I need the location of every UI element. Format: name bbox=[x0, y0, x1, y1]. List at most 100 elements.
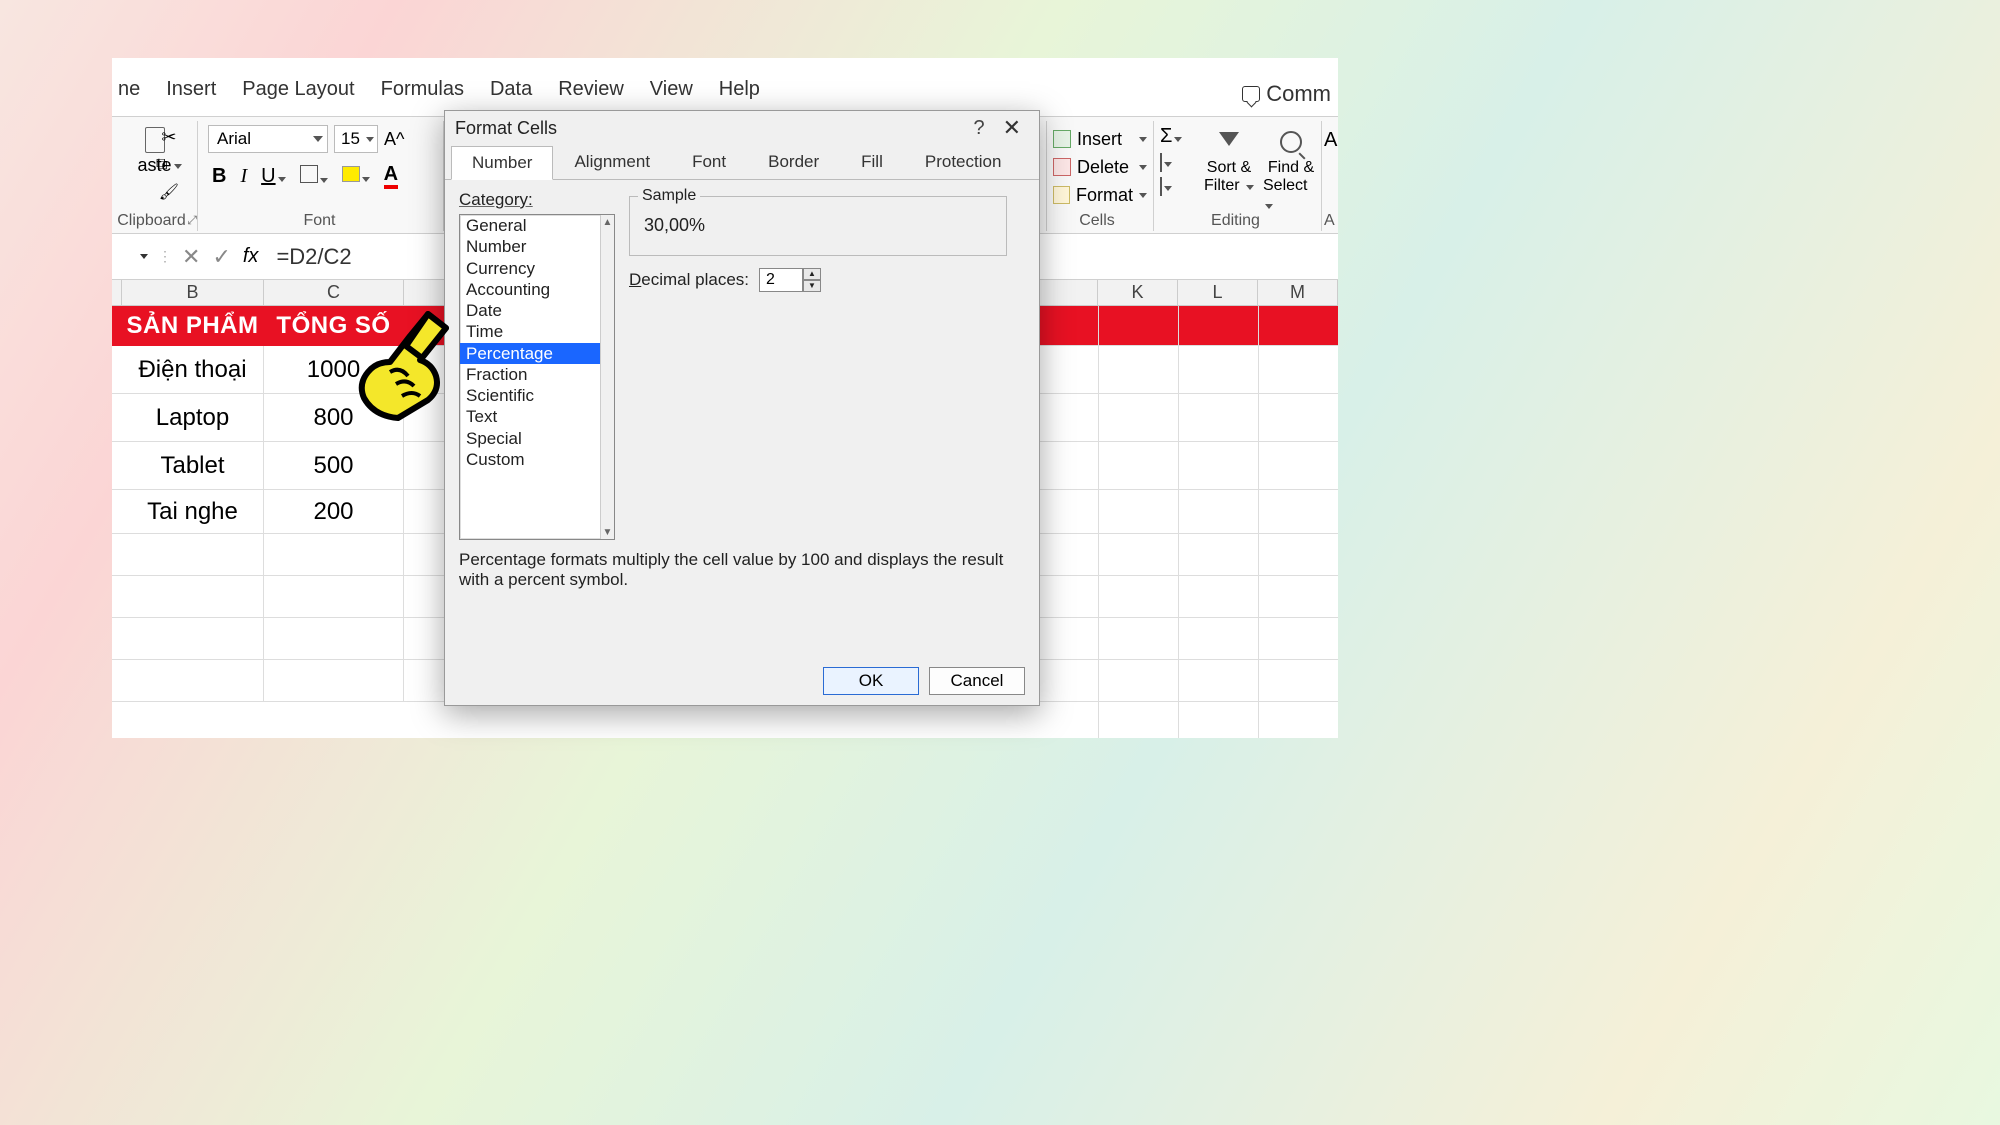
col-header-M[interactable]: M bbox=[1258, 280, 1338, 305]
ok-button[interactable]: OK bbox=[823, 667, 919, 695]
bold-button[interactable]: B bbox=[212, 165, 226, 188]
underline-button[interactable]: U bbox=[261, 165, 285, 188]
row-handle[interactable] bbox=[112, 394, 122, 442]
empty-cell[interactable] bbox=[122, 534, 264, 576]
delete-cells-button[interactable]: Delete bbox=[1053, 153, 1147, 181]
dialog-close-button[interactable]: ✕ bbox=[995, 115, 1029, 141]
scroll-down-icon[interactable]: ▼ bbox=[601, 525, 614, 539]
cell-product[interactable]: Laptop bbox=[122, 394, 264, 442]
font-color-button[interactable]: A bbox=[384, 163, 398, 189]
cut-button[interactable]: ✂ bbox=[156, 127, 182, 148]
dialog-titlebar[interactable]: Format Cells ? ✕ bbox=[445, 111, 1039, 145]
category-item-general[interactable]: General bbox=[460, 215, 614, 236]
format-cells-button[interactable]: Format bbox=[1053, 181, 1147, 209]
fill-color-button[interactable] bbox=[342, 166, 370, 187]
category-item-text[interactable]: Text bbox=[460, 406, 614, 427]
font-name-select[interactable]: Arial bbox=[208, 125, 328, 153]
tab-help[interactable]: Help bbox=[719, 78, 760, 101]
col-header-B[interactable]: B bbox=[122, 280, 264, 305]
category-item-time[interactable]: Time bbox=[460, 321, 614, 342]
dialog-help-button[interactable]: ? bbox=[963, 117, 994, 140]
dialog-tab-font[interactable]: Font bbox=[671, 145, 747, 179]
tab-formulas[interactable]: Formulas bbox=[381, 78, 464, 101]
comments-button[interactable]: Comm bbox=[1235, 76, 1338, 112]
header-cell-product[interactable]: SẢN PHẨM bbox=[122, 306, 264, 346]
category-item-date[interactable]: Date bbox=[460, 300, 614, 321]
enter-formula-button[interactable]: ✓ bbox=[206, 244, 236, 270]
name-box-dropdown[interactable] bbox=[112, 254, 154, 259]
category-item-currency[interactable]: Currency bbox=[460, 258, 614, 279]
dialog-tab-fill[interactable]: Fill bbox=[840, 145, 904, 179]
insert-function-button[interactable]: fx bbox=[237, 245, 265, 268]
decimal-spinner[interactable]: ▲ ▼ bbox=[803, 268, 821, 292]
header-cell-total[interactable]: TỔNG SỐ bbox=[264, 306, 404, 346]
cell-product[interactable]: Điện thoại bbox=[122, 346, 264, 394]
col-M-cells[interactable] bbox=[1258, 306, 1338, 738]
cell-total[interactable]: 1000 bbox=[264, 346, 404, 394]
row-handle[interactable] bbox=[112, 490, 122, 534]
insert-cells-button[interactable]: Insert bbox=[1053, 125, 1147, 153]
cell-product[interactable]: Tablet bbox=[122, 442, 264, 490]
scroll-up-icon[interactable]: ▲ bbox=[601, 215, 614, 229]
row-handle[interactable] bbox=[112, 576, 122, 618]
row-handle[interactable] bbox=[112, 306, 122, 346]
dialog-tab-protection[interactable]: Protection bbox=[904, 145, 1023, 179]
cell-total[interactable]: 500 bbox=[264, 442, 404, 490]
empty-cell[interactable] bbox=[264, 576, 404, 618]
category-item-number[interactable]: Number bbox=[460, 236, 614, 257]
col-header-K[interactable]: K bbox=[1098, 280, 1178, 305]
tab-data[interactable]: Data bbox=[490, 78, 532, 101]
cancel-button[interactable]: Cancel bbox=[929, 667, 1025, 695]
empty-cell[interactable] bbox=[122, 576, 264, 618]
category-listbox[interactable]: General Number Currency Accounting Date … bbox=[459, 214, 615, 540]
select-all-corner[interactable] bbox=[112, 280, 122, 305]
tab-page-layout[interactable]: Page Layout bbox=[242, 78, 354, 101]
autosum-button[interactable]: Σ bbox=[1160, 125, 1195, 148]
cell-total[interactable]: 200 bbox=[264, 490, 404, 534]
empty-cell[interactable] bbox=[264, 534, 404, 576]
format-painter-button[interactable]: 🖌 bbox=[156, 182, 182, 202]
spinner-down-icon[interactable]: ▼ bbox=[803, 280, 821, 292]
category-item-fraction[interactable]: Fraction bbox=[460, 364, 614, 385]
fill-button[interactable] bbox=[1160, 154, 1195, 172]
category-item-percentage[interactable]: Percentage bbox=[460, 343, 614, 364]
dialog-tab-border[interactable]: Border bbox=[747, 145, 840, 179]
empty-cell[interactable] bbox=[264, 618, 404, 660]
cell-product[interactable]: Tai nghe bbox=[122, 490, 264, 534]
spinner-up-icon[interactable]: ▲ bbox=[803, 268, 821, 280]
empty-cell[interactable] bbox=[122, 660, 264, 702]
clear-button[interactable] bbox=[1160, 178, 1195, 196]
borders-button[interactable] bbox=[300, 165, 328, 188]
copy-button[interactable]: ⧉ bbox=[156, 156, 182, 174]
col-K-cells[interactable] bbox=[1098, 306, 1178, 738]
category-item-scientific[interactable]: Scientific bbox=[460, 385, 614, 406]
tab-view[interactable]: View bbox=[650, 78, 693, 101]
empty-cell[interactable] bbox=[122, 618, 264, 660]
col-header-C[interactable]: C bbox=[264, 280, 404, 305]
col-L-cells[interactable] bbox=[1178, 306, 1258, 738]
row-handle[interactable] bbox=[112, 442, 122, 490]
paste-button[interactable]: aste bbox=[112, 121, 197, 176]
cancel-formula-button[interactable]: ✕ bbox=[176, 244, 206, 270]
row-handle[interactable] bbox=[112, 618, 122, 660]
category-item-accounting[interactable]: Accounting bbox=[460, 279, 614, 300]
category-item-special[interactable]: Special bbox=[460, 428, 614, 449]
tab-insert[interactable]: Insert bbox=[166, 78, 216, 101]
listbox-scrollbar[interactable]: ▲ ▼ bbox=[600, 215, 614, 539]
decimal-places-input[interactable] bbox=[759, 268, 803, 292]
row-handle[interactable] bbox=[112, 660, 122, 702]
font-size-select[interactable]: 15 bbox=[334, 125, 378, 153]
row-handle[interactable] bbox=[112, 534, 122, 576]
row-handle[interactable] bbox=[112, 346, 122, 394]
empty-cell[interactable] bbox=[264, 660, 404, 702]
col-header-L[interactable]: L bbox=[1178, 280, 1258, 305]
font-group-label: Font bbox=[202, 212, 437, 230]
category-item-custom[interactable]: Custom bbox=[460, 449, 614, 470]
increase-font-button[interactable]: A^ bbox=[384, 129, 404, 150]
tab-home[interactable]: ne bbox=[118, 78, 140, 101]
tab-review[interactable]: Review bbox=[558, 78, 624, 101]
dialog-tab-alignment[interactable]: Alignment bbox=[553, 145, 671, 179]
dialog-tab-number[interactable]: Number bbox=[451, 146, 553, 180]
italic-button[interactable]: I bbox=[240, 165, 247, 188]
cell-total[interactable]: 800 bbox=[264, 394, 404, 442]
